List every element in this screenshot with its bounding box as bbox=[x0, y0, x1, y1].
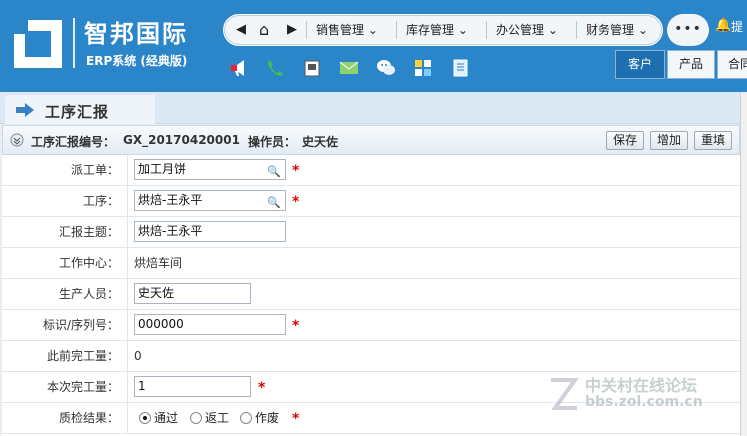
this-done-input[interactable]: 1 bbox=[134, 376, 251, 397]
qc-label: 质检结果： bbox=[2, 403, 128, 433]
chevron-down-icon: ⌄ bbox=[367, 23, 378, 37]
document-icon[interactable] bbox=[449, 57, 471, 79]
chevron-down-icon: ⌄ bbox=[547, 23, 558, 37]
form-row-process: 工序： 烘焙-王永平 🔍 * bbox=[2, 186, 740, 217]
record-code-label: 工序汇报编号： bbox=[31, 135, 116, 149]
required-mark: * bbox=[292, 194, 300, 210]
worker-input[interactable]: 史天佐 bbox=[134, 283, 251, 304]
page-title-tab: 工序汇报 bbox=[5, 95, 155, 124]
vertical-scrollbar[interactable] bbox=[740, 92, 747, 436]
nav-separator bbox=[306, 21, 307, 39]
form-row-dispatch: 派工单： 加工月饼 🔍 * bbox=[2, 155, 740, 186]
operator-label: 操作员： bbox=[248, 135, 297, 149]
chevron-down-icon: ⌄ bbox=[637, 23, 648, 37]
serial-input[interactable]: 000000 bbox=[134, 314, 286, 335]
subject-label: 汇报主题： bbox=[2, 217, 128, 247]
form-row-subject: 汇报主题： 烘焙-王永平 bbox=[2, 217, 740, 248]
home-icon[interactable]: ⌂ bbox=[259, 15, 269, 45]
collapse-icon[interactable] bbox=[10, 133, 24, 147]
subject-input[interactable]: 烘焙-王永平 bbox=[134, 221, 286, 242]
add-button[interactable]: 增加 bbox=[650, 131, 689, 150]
qc-pass-radio[interactable] bbox=[139, 412, 151, 424]
top-header: 智邦国际 ERP系统 (经典版) ◀ ⌂ ▶ 销售管理 ⌄ 库存管理 ⌄ 办公管… bbox=[0, 0, 747, 92]
required-mark: * bbox=[292, 318, 300, 334]
nav-item-inventory[interactable]: 库存管理 ⌄ bbox=[406, 15, 468, 45]
required-mark: * bbox=[292, 163, 300, 179]
dispatch-label: 派工单： bbox=[2, 155, 128, 185]
chevron-down-icon: ⌄ bbox=[457, 23, 468, 37]
fax-icon[interactable] bbox=[301, 57, 323, 79]
search-icon[interactable]: 🔍 bbox=[267, 162, 281, 181]
record-info-bar: 工序汇报编号： GX_20170420001 操作员： 史天佐 保存 增加 重填 bbox=[2, 125, 740, 155]
watermark-line-2: bbs.zol.com.cn bbox=[585, 394, 703, 410]
main-nav: ◀ ⌂ ▶ 销售管理 ⌄ 库存管理 ⌄ 办公管理 ⌄ 财务管理 ⌄ bbox=[223, 14, 663, 46]
wechat-icon[interactable] bbox=[375, 57, 397, 79]
worker-label: 生产人员： bbox=[2, 279, 128, 309]
nav-separator bbox=[486, 21, 487, 39]
required-mark: * bbox=[258, 380, 266, 396]
nav-item-sales[interactable]: 销售管理 ⌄ bbox=[316, 15, 378, 45]
process-label: 工序： bbox=[2, 186, 128, 216]
form-row-prev-done: 此前完工量： 0 bbox=[2, 341, 740, 372]
page-title: 工序汇报 bbox=[45, 103, 110, 121]
tab-customer[interactable]: 客户 bbox=[615, 50, 665, 79]
prev-done-label: 此前完工量： bbox=[2, 341, 128, 371]
phone-icon[interactable] bbox=[264, 57, 286, 79]
brand-subtitle: ERP系统 (经典版) bbox=[86, 54, 188, 68]
header-tip[interactable]: 提 bbox=[731, 18, 743, 35]
serial-label: 标识/序列号： bbox=[2, 310, 128, 340]
watermark-line-1: 中关村在线论坛 bbox=[585, 376, 698, 395]
center-value: 烘焙车间 bbox=[134, 256, 183, 270]
qc-scrap-radio[interactable] bbox=[240, 412, 252, 424]
logo-icon bbox=[14, 20, 62, 68]
operator-value: 史天佐 bbox=[302, 135, 339, 149]
dispatch-input[interactable]: 加工月饼 🔍 bbox=[134, 159, 286, 180]
form-row-serial: 标识/序列号： 000000 * bbox=[2, 310, 740, 341]
record-code-value: GX_20170420001 bbox=[123, 133, 240, 147]
qc-pass-label[interactable]: 通过 bbox=[154, 403, 178, 433]
nav-separator bbox=[396, 21, 397, 39]
brand-name: 智邦国际 bbox=[84, 20, 188, 48]
bell-icon[interactable]: 🔔 bbox=[715, 18, 731, 33]
nav-more-button[interactable]: ••• bbox=[667, 14, 709, 46]
nav-next-icon[interactable]: ▶ bbox=[287, 15, 297, 45]
save-button[interactable]: 保存 bbox=[606, 131, 645, 150]
tab-product[interactable]: 产品 bbox=[667, 50, 715, 79]
prev-done-value: 0 bbox=[134, 349, 142, 363]
process-input[interactable]: 烘焙-王永平 🔍 bbox=[134, 190, 286, 211]
mail-icon[interactable] bbox=[338, 57, 360, 79]
nav-item-finance[interactable]: 财务管理 ⌄ bbox=[586, 15, 648, 45]
page-title-bar: 工序汇报 bbox=[0, 92, 740, 124]
qc-rework-radio[interactable] bbox=[190, 412, 202, 424]
reset-button[interactable]: 重填 bbox=[694, 131, 733, 150]
required-mark: * bbox=[292, 411, 300, 427]
search-icon[interactable]: 🔍 bbox=[267, 193, 281, 212]
nav-separator bbox=[576, 21, 577, 39]
nav-prev-icon[interactable]: ◀ bbox=[236, 15, 246, 45]
forum-watermark: 中关村在线论坛 bbs.zol.com.cn bbox=[545, 370, 735, 420]
zol-logo-icon bbox=[551, 378, 579, 410]
form-row-center: 工作中心： 烘焙车间 bbox=[2, 248, 740, 279]
arrow-right-icon bbox=[16, 103, 34, 117]
tab-contract[interactable]: 合同 bbox=[717, 50, 747, 79]
form-row-worker: 生产人员： 史天佐 bbox=[2, 279, 740, 310]
megaphone-icon[interactable] bbox=[228, 57, 250, 79]
this-done-label: 本次完工量： bbox=[2, 372, 128, 402]
center-label: 工作中心： bbox=[2, 248, 128, 278]
qc-rework-label[interactable]: 返工 bbox=[205, 403, 229, 433]
logo-divider bbox=[73, 18, 75, 68]
nav-item-office[interactable]: 办公管理 ⌄ bbox=[496, 15, 558, 45]
qc-scrap-label[interactable]: 作废 bbox=[255, 403, 279, 433]
grid-icon[interactable] bbox=[412, 57, 434, 79]
